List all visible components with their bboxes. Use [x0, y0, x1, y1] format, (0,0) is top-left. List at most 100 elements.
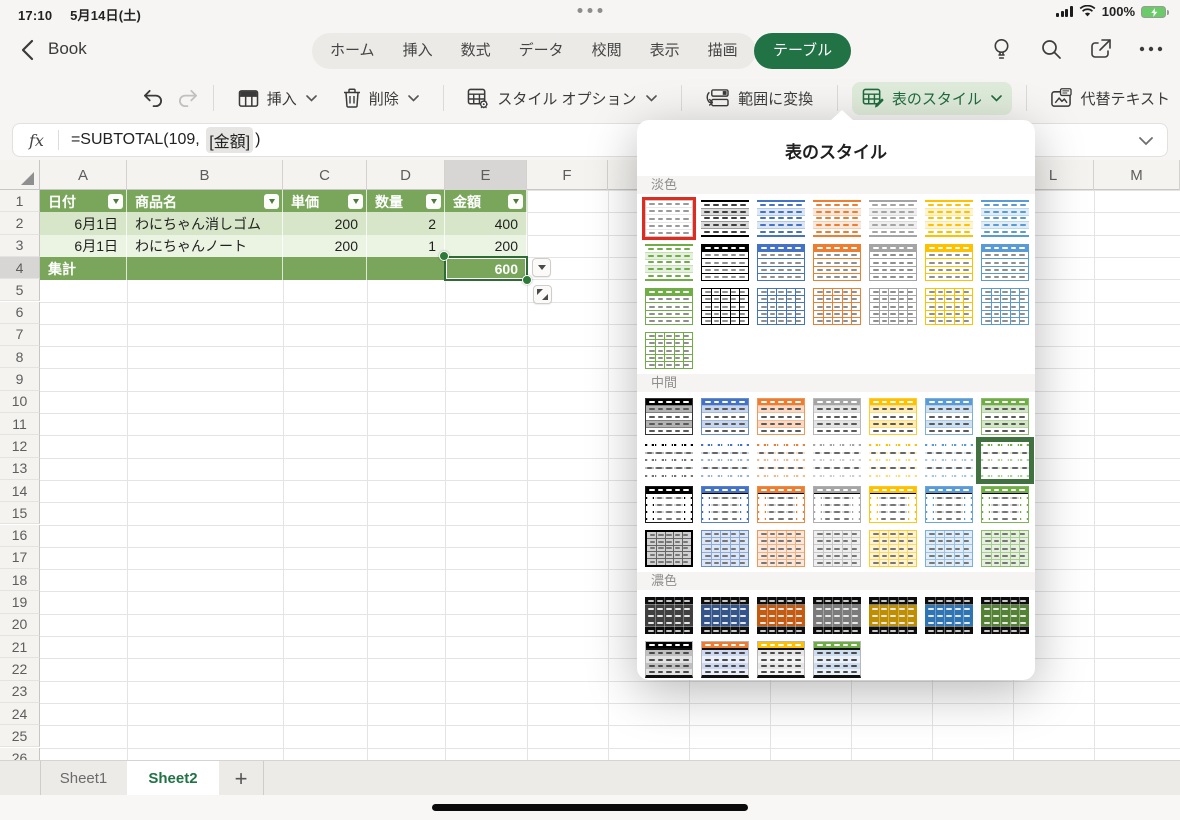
sheet-tab-sheet2[interactable]: Sheet2 [127, 761, 219, 796]
style-thumbnail-淡色-4-1[interactable] [645, 332, 693, 369]
column-header-F[interactable]: F [527, 160, 608, 190]
ribbon-tab-table-active[interactable]: テーブル [754, 33, 852, 69]
style-thumbnail-中間-3-4[interactable] [813, 486, 861, 523]
style-thumbnail-中間-2-1[interactable] [645, 442, 693, 479]
table-styles-button[interactable]: 表のスタイル [851, 81, 1012, 115]
convert-to-range-button[interactable]: 範囲に変換 [695, 82, 823, 115]
style-thumbnail-中間-1-2[interactable] [701, 398, 749, 435]
style-thumbnail-淡色-3-3[interactable] [757, 288, 805, 325]
table-cell-total-5[interactable]: 600 [445, 256, 527, 281]
style-thumbnail-中間-3-5[interactable] [869, 486, 917, 523]
row-header-12[interactable]: 12 [0, 435, 40, 458]
row-header-18[interactable]: 18 [0, 569, 40, 592]
row-header-1[interactable]: 1 [0, 190, 40, 213]
table-cell-total-3[interactable] [283, 256, 367, 281]
row-header-19[interactable]: 19 [0, 591, 40, 614]
style-thumbnail-濃色-1-7[interactable] [981, 597, 1029, 634]
style-thumbnail-淡色-2-7[interactable] [981, 244, 1029, 281]
ribbon-tab-4[interactable]: データ [505, 33, 578, 69]
style-thumbnail-中間-4-1[interactable] [645, 530, 693, 567]
row-header-8[interactable]: 8 [0, 346, 40, 369]
ribbon-tab-2[interactable]: 挿入 [389, 33, 447, 69]
row-header-14[interactable]: 14 [0, 479, 40, 503]
table-cell-header-2[interactable]: 商品名 [127, 190, 283, 214]
style-thumbnail-淡色-3-4[interactable] [813, 288, 861, 325]
row-header-22[interactable]: 22 [0, 658, 40, 681]
style-thumbnail-淡色-2-2[interactable] [701, 244, 749, 281]
select-all-corner[interactable] [0, 160, 40, 190]
ribbon-tab-1[interactable]: ホーム [316, 33, 389, 69]
row-header-9[interactable]: 9 [0, 368, 40, 391]
style-thumbnail-淡色-1-7[interactable] [981, 200, 1029, 237]
style-thumbnail-中間-2-5[interactable] [869, 442, 917, 479]
style-thumbnail-中間-3-6[interactable] [925, 486, 973, 523]
column-header-B[interactable]: B [127, 160, 283, 190]
row-header-10[interactable]: 10 [0, 390, 40, 413]
column-header-E[interactable]: E [445, 160, 527, 190]
style-thumbnail-中間-2-2[interactable] [701, 442, 749, 479]
style-thumbnail-淡色-3-5[interactable] [869, 288, 917, 325]
row-header-15[interactable]: 15 [0, 502, 40, 525]
style-thumbnail-淡色-3-1[interactable] [645, 288, 693, 325]
style-thumbnail-淡色-2-3[interactable] [757, 244, 805, 281]
style-options-button[interactable]: スタイル オプション [457, 82, 666, 115]
home-indicator[interactable] [432, 804, 748, 811]
table-cell-total-1[interactable]: 集計 [40, 256, 127, 281]
insert-button[interactable]: 挿入 [228, 82, 327, 115]
row-header-13[interactable]: 13 [0, 457, 40, 480]
style-thumbnail-淡色-1-1[interactable] [645, 200, 693, 237]
style-thumbnail-中間-3-3[interactable] [757, 486, 805, 523]
style-thumbnail-中間-2-3[interactable] [757, 442, 805, 479]
style-thumbnail-淡色-3-6[interactable] [925, 288, 973, 325]
formula-bar-expand-icon[interactable] [1139, 137, 1153, 146]
style-thumbnail-中間-4-7[interactable] [981, 530, 1029, 567]
row-header-23[interactable]: 23 [0, 680, 40, 703]
table-cell-r3c5[interactable]: 200 [445, 234, 527, 258]
style-thumbnail-濃色-2-1[interactable] [645, 641, 693, 678]
style-thumbnail-淡色-1-3[interactable] [757, 200, 805, 237]
row-header-3[interactable]: 3 [0, 234, 40, 257]
table-cell-total-2[interactable] [127, 256, 283, 281]
alt-text-button[interactable]: 代替テキスト [1040, 82, 1180, 115]
back-button[interactable] [18, 38, 42, 62]
style-thumbnail-淡色-3-2[interactable] [701, 288, 749, 325]
style-thumbnail-中間-2-7[interactable] [981, 442, 1029, 479]
redo-button[interactable] [176, 82, 200, 114]
style-thumbnail-中間-4-5[interactable] [869, 530, 917, 567]
style-thumbnail-淡色-1-6[interactable] [925, 200, 973, 237]
style-thumbnail-濃色-1-4[interactable] [813, 597, 861, 634]
style-thumbnail-濃色-2-3[interactable] [757, 641, 805, 678]
column-header-M[interactable]: M [1094, 160, 1180, 190]
table-cell-header-4[interactable]: 数量 [367, 190, 445, 214]
style-thumbnail-濃色-1-3[interactable] [757, 597, 805, 634]
row-header-2[interactable]: 2 [0, 212, 40, 235]
style-thumbnail-中間-4-4[interactable] [813, 530, 861, 567]
multitask-dots-icon[interactable] [577, 8, 603, 13]
column-header-C[interactable]: C [283, 160, 367, 190]
style-thumbnail-中間-4-3[interactable] [757, 530, 805, 567]
style-thumbnail-中間-4-2[interactable] [701, 530, 749, 567]
row-header-16[interactable]: 16 [0, 524, 40, 547]
filter-button[interactable] [508, 194, 523, 210]
style-thumbnail-中間-1-5[interactable] [869, 398, 917, 435]
table-cell-r2c3[interactable]: 200 [283, 212, 367, 236]
table-cell-r2c5[interactable]: 400 [445, 212, 527, 236]
undo-button[interactable] [142, 82, 166, 114]
row-header-25[interactable]: 25 [0, 725, 40, 748]
row-header-4[interactable]: 4 [0, 256, 40, 280]
table-cell-r3c3[interactable]: 200 [283, 234, 367, 258]
table-cell-r2c2[interactable]: わにちゃん消しゴム [127, 212, 283, 236]
style-thumbnail-濃色-2-4[interactable] [813, 641, 861, 678]
table-cell-header-3[interactable]: 単価 [283, 190, 367, 214]
table-cell-r3c2[interactable]: わにちゃんノート [127, 234, 283, 258]
style-thumbnail-淡色-1-2[interactable] [701, 200, 749, 237]
formula-text[interactable]: =SUBTOTAL(109, [金額]) [59, 127, 260, 153]
total-row-dropdown-button[interactable] [532, 257, 551, 277]
style-thumbnail-中間-3-7[interactable] [981, 486, 1029, 523]
table-cell-r2c1[interactable]: 6月1日 [40, 212, 127, 236]
style-thumbnail-濃色-1-2[interactable] [701, 597, 749, 634]
share-icon[interactable] [1088, 36, 1114, 62]
sheet-tab-sheet1[interactable]: Sheet1 [40, 761, 127, 796]
ribbon-tab-6[interactable]: 表示 [636, 33, 694, 69]
ribbon-tab-5[interactable]: 校閲 [578, 33, 636, 69]
